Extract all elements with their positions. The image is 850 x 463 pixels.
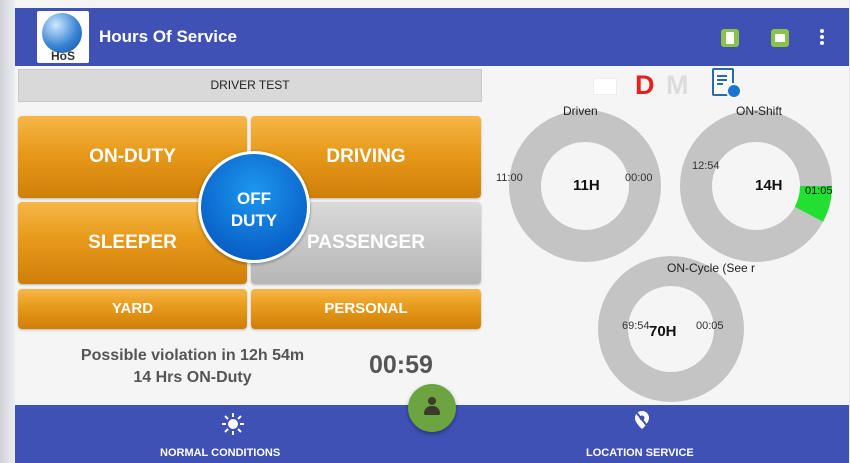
onshift-label: ON-Shift [736,104,783,118]
driven-label: Driven [563,104,598,118]
location-off-icon[interactable] [635,411,649,429]
oncycle-label: ON-Cycle (See r [667,261,756,275]
location-service-label[interactable]: LOCATION SERVICE [586,447,694,459]
left-gutter [0,0,15,463]
driver-fab-button[interactable] [408,384,456,432]
driven-center-value: 11H [573,177,600,194]
oncycle-left-value: 69:54 [622,320,650,332]
person-icon [428,397,436,405]
app-frame: HoS Hours Of Service DRIVER TEST ON-DUTY… [15,0,849,463]
normal-conditions-label[interactable]: NORMAL CONDITIONS [160,447,280,459]
onshift-left-value: 12:54 [692,160,720,172]
onshift-right-value: 01:05 [805,185,833,197]
driven-right-value: 00:00 [625,172,653,184]
oncycle-right-value: 00:05 [696,320,724,332]
onshift-center-value: 14H [755,177,783,194]
oncycle-center-value: 70H [649,323,677,340]
driven-left-value: 11:00 [496,172,523,184]
sun-icon[interactable] [222,413,244,435]
